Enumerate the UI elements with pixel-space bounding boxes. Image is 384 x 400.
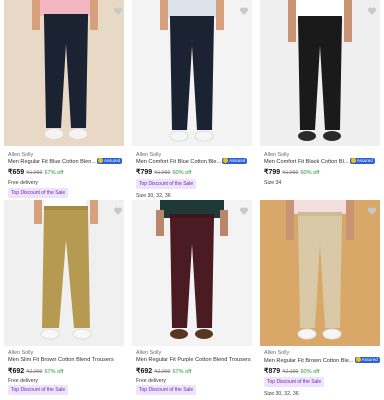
- size-info: Size 34: [264, 180, 282, 186]
- delivery-info: Free delivery: [136, 378, 166, 384]
- delivery-info: Free delivery: [8, 180, 38, 186]
- product-price: ₹692: [136, 368, 153, 375]
- product-discount: 60% off: [300, 170, 320, 176]
- product-price: ₹692: [8, 368, 25, 375]
- assured-check-icon: [223, 158, 229, 163]
- product-mrp: ₹2,099: [26, 369, 43, 375]
- product-title-text: Men Regular Fit Brown Cotton Ble...: [264, 358, 354, 364]
- product-card[interactable]: Allen Solly Men Comfort Fit Black Cotton…: [260, 0, 380, 186]
- price-row: ₹692 ₹2,099 67% off: [8, 367, 63, 375]
- price-row: ₹879 ₹2,199 60% off: [264, 367, 319, 375]
- product-title-text: Men Regular Fit Purple Cotton Blend Trou…: [136, 357, 251, 363]
- product-discount: 60% off: [300, 369, 320, 375]
- wishlist-heart-icon[interactable]: [113, 206, 123, 216]
- product-title-text: Men Comfort Fit Black Cotton Bl...: [264, 159, 349, 165]
- trouser-photo: [288, 0, 352, 141]
- product-price: ₹799: [264, 169, 281, 176]
- product-title[interactable]: Men Regular Fit Blue Cotton Blen... Assur…: [8, 158, 123, 165]
- product-discount: 60% off: [172, 170, 192, 176]
- assured-label: Assured: [361, 357, 378, 362]
- delivery-info: Free delivery: [8, 378, 38, 384]
- product-card[interactable]: Allen Solly Men Comfort Fit Blue Cotton …: [132, 0, 252, 199]
- product-mrp: ₹1,999: [282, 170, 299, 176]
- product-discount: 67% off: [44, 170, 64, 176]
- product-brand: Allen Solly: [136, 350, 162, 356]
- product-title[interactable]: Men Regular Fit Brown Cotton Ble... Assur…: [264, 357, 380, 364]
- wishlist-heart-icon[interactable]: [367, 6, 377, 16]
- product-mrp: ₹1,999: [154, 170, 171, 176]
- product-image[interactable]: [260, 0, 380, 146]
- assured-label: Assured: [356, 158, 373, 163]
- product-card[interactable]: Allen Solly Men Slim Fit Brown Cotton Bl…: [4, 200, 124, 395]
- trouser-photo: [156, 200, 228, 339]
- product-title[interactable]: Men Comfort Fit Black Cotton Bl... Assure…: [264, 158, 375, 165]
- trouser-photo: [32, 0, 98, 139]
- deal-badge: Top Discount of the Sale: [136, 385, 197, 395]
- trouser-photo: [286, 200, 354, 340]
- product-discount: 67% off: [44, 369, 64, 375]
- product-price: ₹879: [264, 368, 281, 375]
- product-brand: Allen Solly: [8, 350, 34, 356]
- wishlist-heart-icon[interactable]: [367, 206, 377, 216]
- size-info: Size 30, 32, 36: [264, 391, 299, 397]
- product-title-text: Men Comfort Fit Blue Cotton Ble...: [136, 159, 222, 165]
- product-mrp: ₹2,099: [154, 369, 171, 375]
- product-title-text: Men Regular Fit Blue Cotton Blen...: [8, 159, 96, 165]
- assured-badge: Assured: [354, 357, 380, 363]
- assured-badge: Assured: [97, 158, 123, 164]
- assured-badge: Assured: [349, 158, 375, 164]
- assured-label: Assured: [104, 158, 121, 163]
- product-image[interactable]: [260, 200, 380, 346]
- trouser-photo: [34, 200, 98, 340]
- product-discount: 67% off: [172, 369, 192, 375]
- price-row: ₹799 ₹1,999 60% off: [264, 168, 319, 176]
- product-image[interactable]: [4, 0, 124, 146]
- price-row: ₹799 ₹1,999 60% off: [136, 168, 191, 176]
- price-row: ₹692 ₹2,099 67% off: [136, 367, 191, 375]
- deal-badge: Top Discount of the Sale: [264, 377, 325, 387]
- product-card[interactable]: Allen Solly Men Regular Fit Brown Cotton…: [260, 200, 380, 397]
- wishlist-heart-icon[interactable]: [113, 6, 123, 16]
- product-title[interactable]: Men Slim Fit Brown Cotton Blend Trousers: [8, 357, 114, 363]
- product-image[interactable]: [4, 200, 124, 346]
- product-image[interactable]: [132, 200, 252, 346]
- product-title-text: Men Slim Fit Brown Cotton Blend Trousers: [8, 357, 114, 363]
- assured-check-icon: [350, 158, 356, 163]
- deal-badge: Top Discount of the Sale: [8, 385, 69, 395]
- product-mrp: ₹2,199: [282, 369, 299, 375]
- size-info: Size 30, 32, 36: [136, 193, 171, 199]
- assured-badge: Assured: [222, 158, 248, 164]
- assured-check-icon: [98, 158, 103, 163]
- product-price: ₹799: [136, 169, 153, 176]
- price-row: ₹659 ₹1,999 67% off: [8, 168, 63, 176]
- product-mrp: ₹1,999: [26, 170, 43, 176]
- product-title[interactable]: Men Comfort Fit Blue Cotton Ble... Assure…: [136, 158, 248, 165]
- product-title[interactable]: Men Regular Fit Purple Cotton Blend Trou…: [136, 357, 251, 363]
- product-card[interactable]: Allen Solly Men Regular Fit Blue Cotton …: [4, 0, 124, 198]
- deal-badge: Top Discount of the Sale: [8, 188, 69, 198]
- deal-badge: Top Discount of the Sale: [136, 179, 197, 189]
- product-card[interactable]: Allen Solly Men Regular Fit Purple Cotto…: [132, 200, 252, 395]
- wishlist-heart-icon[interactable]: [239, 6, 249, 16]
- wishlist-heart-icon[interactable]: [239, 206, 249, 216]
- product-image[interactable]: [132, 0, 252, 146]
- assured-label: Assured: [229, 158, 246, 163]
- assured-check-icon: [355, 357, 361, 362]
- product-brand: Allen Solly: [264, 350, 290, 356]
- product-price: ₹659: [8, 169, 25, 176]
- trouser-photo: [160, 0, 224, 142]
